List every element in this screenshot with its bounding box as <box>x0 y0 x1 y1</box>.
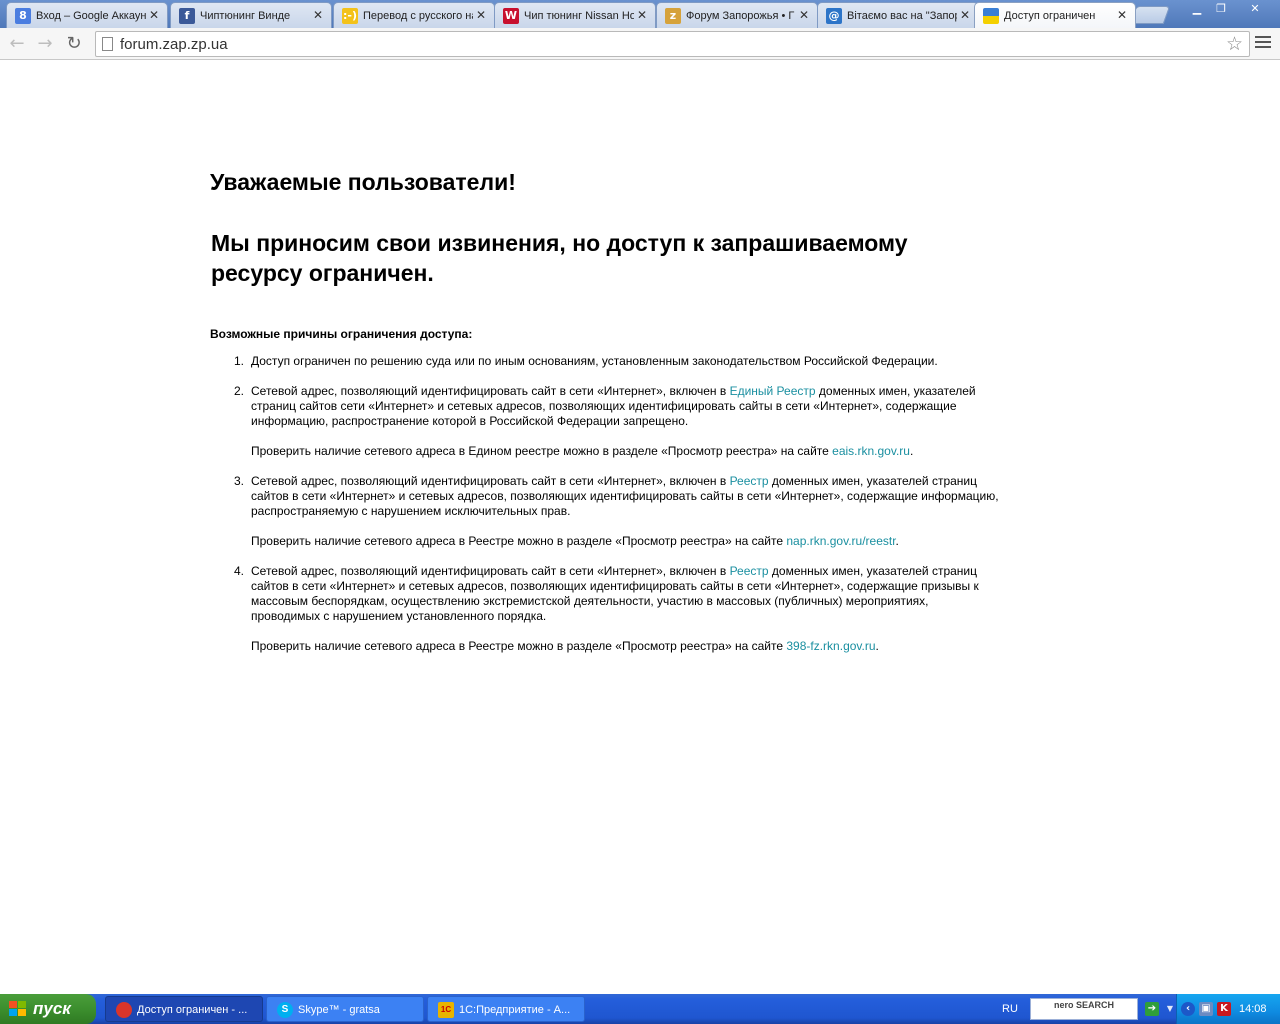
network-icon[interactable]: ▣ <box>1199 1002 1213 1016</box>
start-label: пуск <box>33 999 71 1018</box>
check-text-part: Проверить наличие сетевого адреса в Един… <box>251 444 833 458</box>
arrow-icon[interactable]: ➔ <box>1145 1002 1159 1016</box>
398fz-link[interactable]: 398-fz.rkn.gov.ru <box>786 639 875 653</box>
check-text-part: Проверить наличие сетевого адреса в Реес… <box>251 639 787 653</box>
tab-3[interactable]: :-) Перевод с русского на ✕ <box>333 2 495 28</box>
eais-link[interactable]: eais.rkn.gov.ru <box>832 444 910 458</box>
page-title: Уважаемые пользователи! <box>210 169 516 195</box>
close-tab-icon[interactable]: ✕ <box>637 7 647 23</box>
tab-6[interactable]: @ Вітаємо вас на "Запор ✕ <box>817 2 979 28</box>
tab-title: Доступ ограничен <box>1004 10 1096 22</box>
close-tab-icon[interactable]: ✕ <box>313 7 323 23</box>
kaspersky-icon[interactable]: K <box>1217 1002 1231 1016</box>
reason-text: Доступ ограничен по решению суда или по … <box>251 354 938 368</box>
reason-item: 2. Сетевой адрес, позволяющий идентифици… <box>210 384 1000 459</box>
reason-text: Сетевой адрес, позволяющий идентифициров… <box>251 384 1000 429</box>
tab-title: Вход – Google Аккаунт <box>36 10 146 22</box>
tab-7[interactable]: Доступ ограничен ✕ <box>974 2 1136 28</box>
taskbar: пуск RU nero SEARCH ➔ ▼ ‹ ▣ K 14:08 Дост… <box>0 994 1280 1024</box>
windows-flag-icon <box>9 1001 27 1017</box>
address-url[interactable]: forum.zap.zp.ua <box>120 36 228 53</box>
reason-text-part: Сетевой адрес, позволяющий идентифициров… <box>251 474 730 488</box>
registry-link[interactable]: Реестр <box>730 474 769 488</box>
start-button[interactable]: пуск <box>0 994 96 1024</box>
tab-title: Вітаємо вас на "Запор <box>847 10 957 22</box>
reason-number: 2. <box>234 384 245 398</box>
reason-item: 1. Доступ ограничен по решению суда или … <box>210 354 1000 369</box>
check-text-part: . <box>875 639 879 653</box>
nero-search-widget[interactable]: nero SEARCH <box>1030 998 1138 1020</box>
taskbar-button-label: 1С:Предприятие - А... <box>459 1004 571 1016</box>
check-text: Проверить наличие сетевого адреса в Реес… <box>251 639 1000 654</box>
check-text-part: Проверить наличие сетевого адреса в Реес… <box>251 534 787 548</box>
close-tab-icon[interactable]: ✕ <box>799 7 809 23</box>
reason-number: 3. <box>234 474 245 488</box>
check-text-part: . <box>895 534 899 548</box>
chevron-down-icon[interactable]: ▼ <box>1163 1002 1177 1016</box>
reason-item: 4. Сетевой адрес, позволяющий идентифици… <box>210 564 1000 654</box>
registry-link[interactable]: Реестр <box>730 564 769 578</box>
tab-4[interactable]: W Чип тюнинг Nissan Ho ✕ <box>494 2 656 28</box>
taskbar-button[interactable]: S Skype™ - gratsa <box>266 996 424 1022</box>
forward-button[interactable]: → <box>34 33 56 55</box>
nap-link[interactable]: nap.rkn.gov.ru/reestr <box>786 534 895 548</box>
restore-button[interactable]: ❐ <box>1208 1 1234 19</box>
1c-icon: 1С <box>438 1002 454 1018</box>
back-button[interactable]: ← <box>6 33 28 55</box>
google-icon: 8 <box>15 8 31 24</box>
close-window-button[interactable]: ✕ <box>1240 1 1270 19</box>
forum-icon: z <box>665 8 681 24</box>
show-hidden-icons-icon[interactable]: ‹ <box>1181 1002 1195 1016</box>
language-indicator[interactable]: RU <box>1002 1002 1018 1016</box>
reason-item: 3. Сетевой адрес, позволяющий идентифици… <box>210 474 1000 549</box>
tab-strip: ▁ ❐ ✕ 8 Вход – Google Аккаунт ✕ f Чиптюнинг … <box>0 0 1280 28</box>
reasons-title: Возможные причины ограничения доступа: <box>210 327 473 341</box>
check-text: Проверить наличие сетевого адреса в Реес… <box>251 534 1000 549</box>
taskbar-button[interactable]: Доступ ограничен - ... <box>105 996 263 1022</box>
tab-title: Чип тюнинг Nissan Ho <box>524 10 634 22</box>
registry-link[interactable]: Единый Реестр <box>730 384 816 398</box>
minimize-button[interactable]: ▁ <box>1184 1 1210 19</box>
nero-search-label: nero SEARCH <box>1053 1000 1114 1010</box>
wiki-icon: W <box>503 8 519 24</box>
taskbar-button[interactable]: 1С 1С:Предприятие - А... <box>427 996 585 1022</box>
tab-5[interactable]: z Форум Запорожья • Г ✕ <box>656 2 818 28</box>
reload-button[interactable]: ↻ <box>63 33 85 55</box>
browser-toolbar: ← → ↻ forum.zap.zp.ua ☆ <box>0 28 1280 60</box>
address-bar[interactable]: forum.zap.zp.ua ☆ <box>95 31 1250 57</box>
tab-title: Перевод с русского на <box>363 10 473 22</box>
smiley-icon: :-) <box>342 8 358 24</box>
flag-icon <box>983 8 999 24</box>
clock: 14:08 <box>1239 1003 1267 1015</box>
check-text: Проверить наличие сетевого адреса в Един… <box>251 444 1000 459</box>
taskbar-button-label: Skype™ - gratsa <box>298 1004 380 1016</box>
check-text-part: . <box>909 444 914 458</box>
menu-icon[interactable] <box>1255 36 1271 51</box>
close-tab-icon[interactable]: ✕ <box>476 7 486 23</box>
tab-2[interactable]: f Чиптюнинг Винде ✕ <box>170 2 332 28</box>
reason-text: Сетевой адрес, позволяющий идентифициров… <box>251 564 1000 624</box>
taskbar-button-label: Доступ ограничен - ... <box>137 1004 248 1016</box>
tab-title: Чиптюнинг Винде <box>200 10 291 22</box>
chrome-icon <box>116 1002 132 1018</box>
close-tab-icon[interactable]: ✕ <box>1117 7 1127 23</box>
reason-text: Сетевой адрес, позволяющий идентифициров… <box>251 474 1000 519</box>
tab-title: Форум Запорожья • Г <box>686 10 795 22</box>
skype-icon: S <box>277 1002 293 1018</box>
close-tab-icon[interactable]: ✕ <box>149 7 159 23</box>
reason-number: 1. <box>234 354 245 368</box>
reason-text-part: Сетевой адрес, позволяющий идентифициров… <box>251 384 730 398</box>
page-icon <box>102 37 113 51</box>
reason-text-part: Сетевой адрес, позволяющий идентифициров… <box>251 564 730 578</box>
bookmark-star-icon[interactable]: ☆ <box>1226 33 1243 55</box>
reason-number: 4. <box>234 564 245 578</box>
facebook-icon: f <box>179 8 195 24</box>
reasons-list: 1. Доступ ограничен по решению суда или … <box>210 354 1000 669</box>
apology-heading: Мы приносим свои извинения, но доступ к … <box>211 230 908 286</box>
close-tab-icon[interactable]: ✕ <box>960 7 970 23</box>
tab-1[interactable]: 8 Вход – Google Аккаунт ✕ <box>6 2 168 28</box>
globe-icon: @ <box>826 8 842 24</box>
